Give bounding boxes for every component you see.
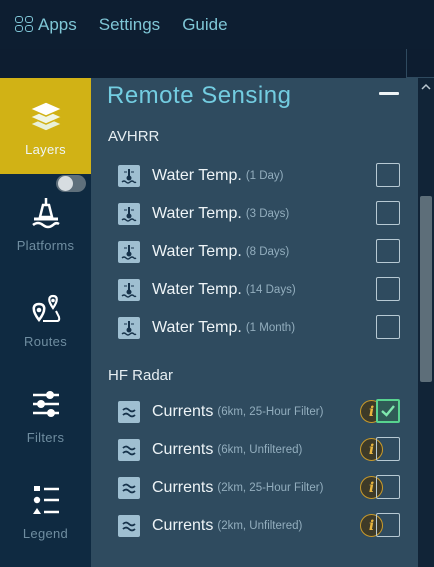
layer-checkbox[interactable] [376, 201, 400, 225]
layer-checkbox[interactable] [376, 399, 400, 423]
legend-icon [30, 480, 62, 520]
sidebar-tab-label: Legend [22, 526, 69, 541]
layer-name: Currents [152, 403, 214, 420]
collapse-minus-icon[interactable] [379, 92, 399, 95]
sidebar-tab-label: Filters [26, 430, 65, 445]
currents-wave-icon [118, 439, 140, 461]
layers-panel: Remote Sensing AVHRR Water Temp. (1 Day) W… [91, 78, 418, 567]
thermometer-icon [118, 203, 140, 225]
layer-detail: (2km, 25-Hour Filter) [217, 482, 324, 494]
layer-row: Water Temp. (1 Month) [118, 314, 408, 342]
layer-detail: (1 Month) [245, 322, 296, 334]
apps-label: Apps [38, 14, 77, 34]
layer-name: Water Temp. [152, 243, 242, 260]
route-icon [30, 288, 62, 328]
layer-name: Currents [152, 517, 214, 534]
sidebar-tab-legend[interactable]: Legend [0, 462, 91, 558]
corner-box [406, 49, 434, 78]
sidebar: Layers Platforms Routes Filters Legend [0, 78, 91, 567]
layer-row: Water Temp. (14 Days) [118, 276, 408, 304]
layer-name: Currents [152, 479, 214, 496]
apps-menu[interactable]: Apps [15, 15, 77, 35]
layer-detail: (8 Days) [245, 246, 290, 258]
layer-row: Water Temp. (8 Days) [118, 238, 408, 266]
thermometer-icon [118, 317, 140, 339]
layer-checkbox[interactable] [376, 163, 400, 187]
sidebar-tab-filters[interactable]: Filters [0, 366, 91, 462]
layer-detail: (2km, Unfiltered) [217, 520, 303, 532]
buoy-icon [31, 192, 61, 232]
toolbar-strip [0, 49, 434, 78]
section-title-hf-radar: HF Radar [108, 367, 174, 384]
apps-grid-icon [15, 16, 35, 33]
settings-menu[interactable]: Settings [99, 15, 160, 35]
layer-checkbox[interactable] [376, 513, 400, 537]
thermometer-icon [118, 241, 140, 263]
layers-icon [28, 96, 63, 136]
layer-checkbox[interactable] [376, 315, 400, 339]
panel-title: Remote Sensing [107, 82, 292, 109]
checkmark-icon [381, 405, 395, 417]
sliders-icon [30, 384, 62, 424]
layer-checkbox[interactable] [376, 475, 400, 499]
scrollbar-thumb[interactable] [420, 196, 432, 382]
layer-row: Water Temp. (3 Days) [118, 200, 408, 228]
sidebar-tab-label: Layers [25, 142, 66, 157]
platforms-toggle[interactable] [56, 175, 86, 192]
scrollbar[interactable] [418, 78, 434, 567]
sidebar-tab-label: Routes [24, 334, 67, 349]
layer-detail: (6km, Unfiltered) [217, 444, 303, 456]
layer-name: Water Temp. [152, 205, 242, 222]
layer-name: Currents [152, 441, 214, 458]
layer-row: Currents (6km, 25-Hour Filter) i [118, 398, 408, 426]
layer-detail: (1 Day) [245, 170, 284, 182]
section-title-avhrr: AVHRR [108, 128, 160, 145]
layer-name: Water Temp. [152, 281, 242, 298]
toggle-knob [58, 176, 73, 191]
top-nav-bar: Apps Settings Guide [0, 0, 434, 49]
layer-checkbox[interactable] [376, 437, 400, 461]
layer-detail: (3 Days) [245, 208, 290, 220]
layer-row: Currents (6km, Unfiltered) i [118, 436, 408, 464]
currents-wave-icon [118, 515, 140, 537]
layer-row: Water Temp. (1 Day) [118, 162, 408, 190]
scroll-up-arrow-icon[interactable] [418, 78, 434, 96]
layer-name: Water Temp. [152, 319, 242, 336]
layer-checkbox[interactable] [376, 239, 400, 263]
layer-row: Currents (2km, 25-Hour Filter) i [118, 474, 408, 502]
layer-detail: (6km, 25-Hour Filter) [217, 406, 324, 418]
currents-wave-icon [118, 401, 140, 423]
sidebar-tab-routes[interactable]: Routes [0, 270, 91, 366]
sidebar-tab-label: Platforms [16, 238, 75, 253]
layer-detail: (14 Days) [245, 284, 296, 296]
layer-row: Currents (2km, Unfiltered) i [118, 512, 408, 540]
sidebar-tab-layers[interactable]: Layers [0, 78, 91, 174]
layer-name: Water Temp. [152, 167, 242, 184]
thermometer-icon [118, 165, 140, 187]
thermometer-icon [118, 279, 140, 301]
layer-checkbox[interactable] [376, 277, 400, 301]
currents-wave-icon [118, 477, 140, 499]
guide-menu[interactable]: Guide [182, 15, 227, 35]
